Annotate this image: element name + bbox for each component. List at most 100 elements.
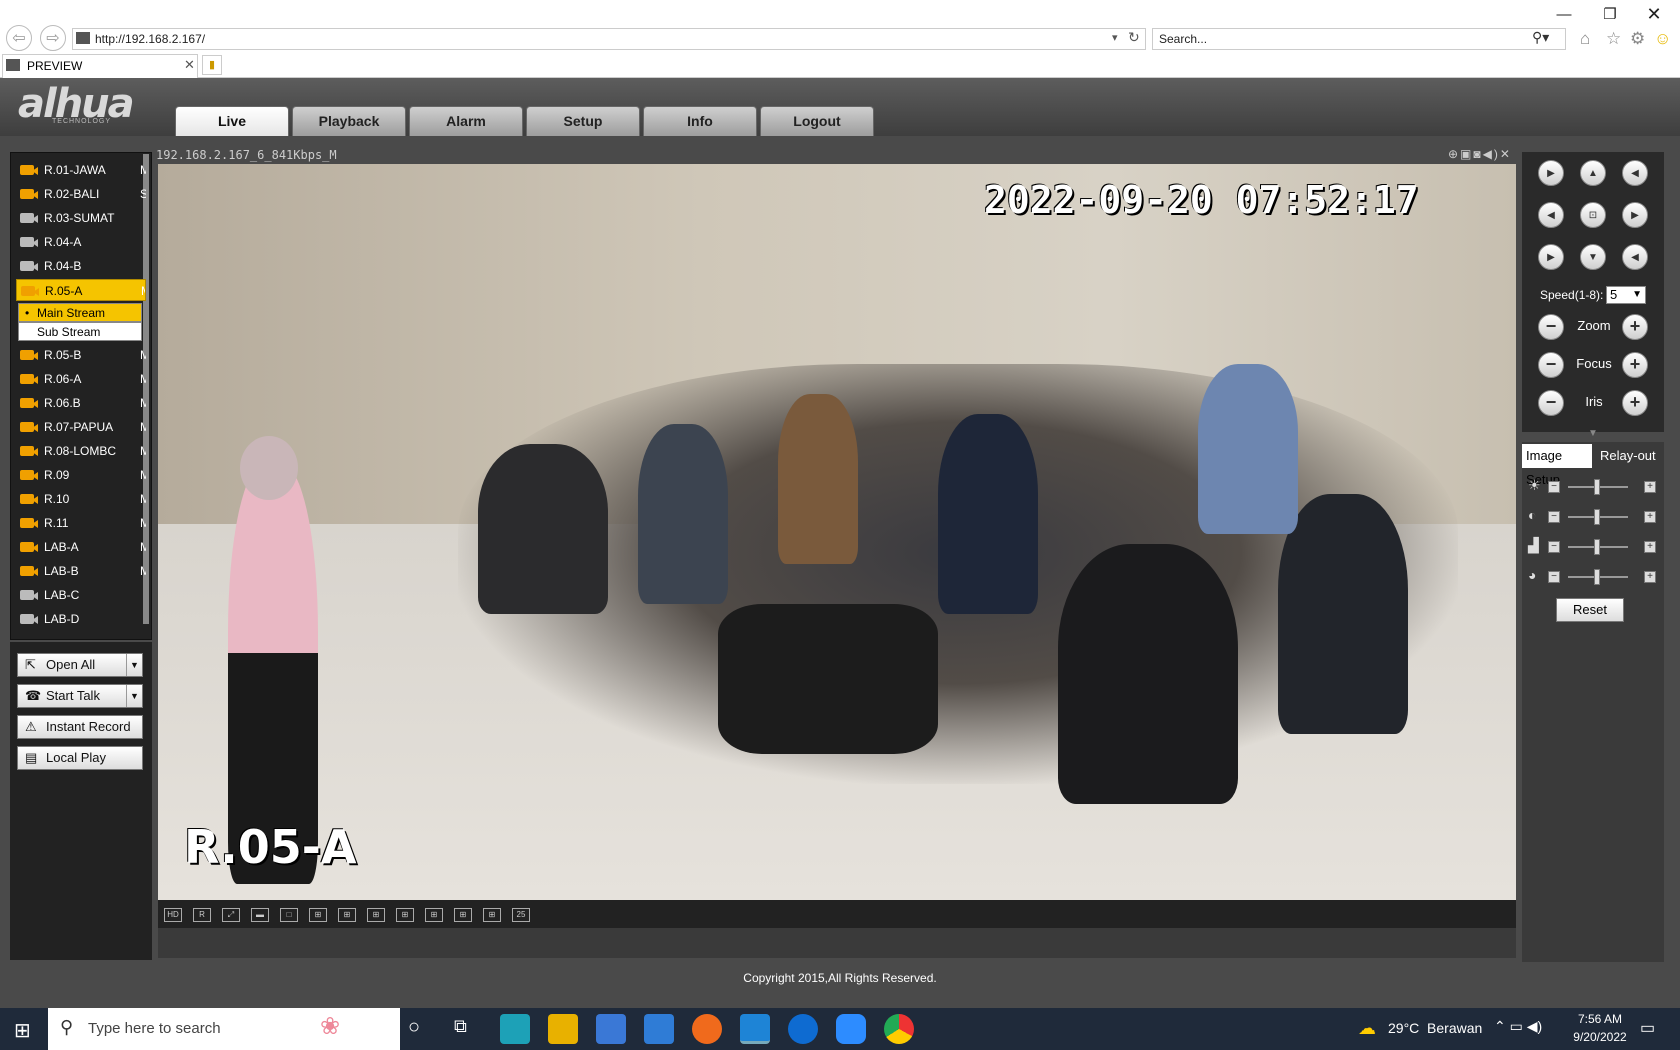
maximize-icon[interactable]: ❐ bbox=[1590, 0, 1630, 28]
minus-icon[interactable]: − bbox=[1548, 571, 1560, 583]
slider-knob[interactable] bbox=[1594, 539, 1600, 555]
layout-6-icon[interactable]: ⊞ bbox=[338, 908, 356, 922]
layout-4-icon[interactable]: ⊞ bbox=[309, 908, 327, 922]
wide-icon[interactable]: ▬ bbox=[251, 908, 269, 922]
slider-knob[interactable] bbox=[1594, 509, 1600, 525]
reset-button[interactable]: Reset bbox=[1556, 598, 1624, 622]
windows-start-icon[interactable]: ⊞ bbox=[14, 1018, 31, 1043]
start-talk-button[interactable]: ☎ Start Talk ▼ bbox=[17, 684, 143, 708]
channel-item[interactable]: R.11 M bbox=[16, 512, 146, 534]
edge-icon[interactable] bbox=[500, 1014, 530, 1044]
fullscreen-icon[interactable]: ⤢ bbox=[222, 908, 240, 922]
video-window-icons[interactable]: ⊕▣◙◀)✕ bbox=[1448, 147, 1512, 161]
tab-image-setup[interactable]: Image Setup bbox=[1522, 444, 1592, 487]
notification-icon[interactable]: ▭ bbox=[1640, 1018, 1655, 1038]
ptz-right-icon[interactable]: ▶ bbox=[1622, 202, 1648, 228]
plus-icon[interactable]: + bbox=[1644, 541, 1656, 553]
zoom-in-button[interactable]: + bbox=[1622, 314, 1648, 340]
tray-icons[interactable]: ⌃ ▭ ◀) bbox=[1494, 1018, 1542, 1035]
channel-item[interactable]: LAB-D bbox=[16, 608, 146, 630]
home-icon[interactable]: ⌂ bbox=[1580, 29, 1590, 49]
plus-icon[interactable]: + bbox=[1644, 571, 1656, 583]
layout-1-icon[interactable]: □ bbox=[280, 908, 298, 922]
channel-item[interactable]: R.04-A bbox=[16, 231, 146, 253]
weather-text[interactable]: 29°C Berawan bbox=[1388, 1020, 1482, 1036]
close-tab-icon[interactable]: ✕ bbox=[184, 57, 195, 73]
ptz-down-right-icon[interactable]: ◀ bbox=[1622, 244, 1648, 270]
refresh-icon[interactable]: ↻ bbox=[1128, 29, 1140, 46]
tab-live[interactable]: Live bbox=[175, 106, 289, 136]
channel-item[interactable]: R.05-A M bbox=[16, 279, 146, 301]
open-all-dropdown-icon[interactable]: ▼ bbox=[126, 654, 142, 676]
zoom-out-button[interactable]: − bbox=[1538, 314, 1564, 340]
ptz-up-icon[interactable]: ▲ bbox=[1580, 160, 1606, 186]
iris-close-button[interactable]: − bbox=[1538, 390, 1564, 416]
channel-item[interactable]: R.09 M bbox=[16, 464, 146, 486]
tab-info[interactable]: Info bbox=[643, 106, 757, 136]
browser-search-input[interactable]: Search... bbox=[1152, 28, 1566, 50]
channel-item[interactable]: LAB-B M bbox=[16, 560, 146, 582]
clock-date[interactable]: 9/20/2022 bbox=[1570, 1030, 1630, 1044]
close-window-icon[interactable]: ✕ bbox=[1634, 0, 1674, 28]
speed-select[interactable]: 5 ▼ bbox=[1606, 286, 1646, 304]
slider-knob[interactable] bbox=[1594, 479, 1600, 495]
minus-icon[interactable]: − bbox=[1548, 541, 1560, 553]
ratio-icon[interactable]: R bbox=[193, 908, 211, 922]
channel-item[interactable]: LAB-C bbox=[16, 584, 146, 606]
layout-20-icon[interactable]: ⊞ bbox=[483, 908, 501, 922]
channel-item[interactable]: R.10 M bbox=[16, 488, 146, 510]
tab-relay-out[interactable]: Relay-out bbox=[1596, 444, 1660, 468]
plus-icon[interactable]: + bbox=[1644, 511, 1656, 523]
main-stream-option[interactable]: • Main Stream bbox=[18, 303, 142, 322]
channel-item[interactable]: R.08-LOMBC M bbox=[16, 440, 146, 462]
channel-item[interactable]: R.01-JAWA M bbox=[16, 159, 146, 181]
zoom-icon[interactable] bbox=[836, 1014, 866, 1044]
slider-knob[interactable] bbox=[1594, 569, 1600, 585]
channel-item[interactable]: LAB-A M bbox=[16, 536, 146, 558]
ptz-up-right-icon[interactable]: ◀ bbox=[1622, 160, 1648, 186]
chrome-icon[interactable] bbox=[884, 1014, 914, 1044]
sub-stream-option[interactable]: Sub Stream bbox=[18, 322, 142, 341]
start-talk-dropdown-icon[interactable]: ▼ bbox=[126, 685, 142, 707]
instant-record-button[interactable]: ⚠ Instant Record bbox=[17, 715, 143, 739]
ptz-down-left-icon[interactable]: ▶ bbox=[1538, 244, 1564, 270]
clock-time[interactable]: 7:56 AM bbox=[1570, 1012, 1630, 1026]
tab-logout[interactable]: Logout bbox=[760, 106, 874, 136]
collapse-icon[interactable]: ▼ bbox=[1588, 428, 1598, 439]
ptz-left-icon[interactable]: ◀ bbox=[1538, 202, 1564, 228]
layout-9-icon[interactable]: ⊞ bbox=[396, 908, 414, 922]
tab-setup[interactable]: Setup bbox=[526, 106, 640, 136]
minus-icon[interactable]: − bbox=[1548, 511, 1560, 523]
saturation-slider[interactable]: ▟ − + bbox=[1528, 537, 1658, 555]
tab-playback[interactable]: Playback bbox=[292, 106, 406, 136]
focus-far-button[interactable]: + bbox=[1622, 352, 1648, 378]
layout-8-icon[interactable]: ⊞ bbox=[367, 908, 385, 922]
teamviewer-icon[interactable] bbox=[788, 1014, 818, 1044]
minimize-icon[interactable]: — bbox=[1544, 0, 1584, 28]
channel-item[interactable]: R.04-B bbox=[16, 255, 146, 277]
cortana-icon[interactable]: ○ bbox=[408, 1016, 420, 1039]
iris-open-button[interactable]: + bbox=[1622, 390, 1648, 416]
focus-near-button[interactable]: − bbox=[1538, 352, 1564, 378]
hd-icon[interactable]: HD bbox=[164, 908, 182, 922]
firefox-icon[interactable] bbox=[692, 1014, 722, 1044]
tab-alarm[interactable]: Alarm bbox=[409, 106, 523, 136]
channel-item[interactable]: R.06-A M bbox=[16, 368, 146, 390]
video-feed[interactable]: 2022-09-20 07:52:17 R.05-A bbox=[158, 164, 1516, 900]
layout-25-icon[interactable]: 25 bbox=[512, 908, 530, 922]
ptz-down-icon[interactable]: ▼ bbox=[1580, 244, 1606, 270]
store-icon[interactable] bbox=[596, 1014, 626, 1044]
ptz-auto-icon[interactable]: ⊡ bbox=[1580, 202, 1606, 228]
brightness-slider[interactable]: ☀ − + bbox=[1528, 477, 1658, 495]
weather-icon[interactable]: ☁ bbox=[1358, 1018, 1376, 1039]
minus-icon[interactable]: − bbox=[1548, 481, 1560, 493]
back-icon[interactable]: ⇦ bbox=[6, 25, 32, 51]
layout-16-icon[interactable]: ⊞ bbox=[454, 908, 472, 922]
dropdown-icon[interactable]: ▾ bbox=[1112, 31, 1118, 44]
plus-icon[interactable]: + bbox=[1644, 481, 1656, 493]
browser-tab[interactable]: PREVIEW bbox=[2, 54, 198, 78]
ptz-up-left-icon[interactable]: ▶ bbox=[1538, 160, 1564, 186]
layout-13-icon[interactable]: ⊞ bbox=[425, 908, 443, 922]
search-icon[interactable]: ⚲▾ bbox=[1532, 29, 1549, 46]
open-all-button[interactable]: ⇱ Open All ▼ bbox=[17, 653, 143, 677]
